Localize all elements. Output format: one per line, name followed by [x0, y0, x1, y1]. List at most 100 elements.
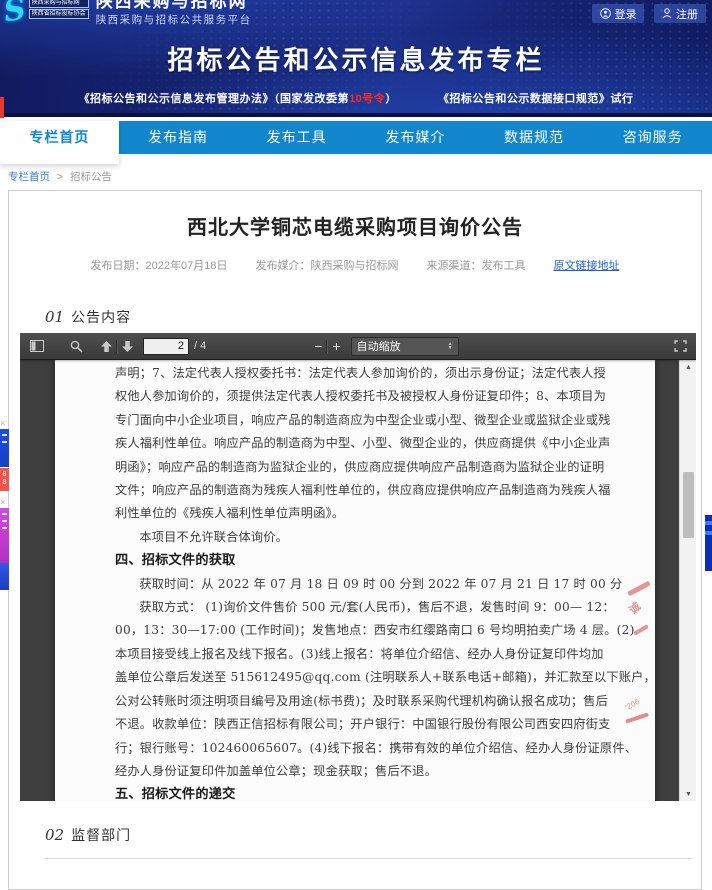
- pdf-line-text: 疾人福利性单位。响应产品的制造商为中型、小型、微型企业的，供应商提供《中小企业声: [115, 436, 611, 450]
- pdf-line-text: 专门面向中小企业项目，响应产品的制造商应为中型企业或小型、微型企业或监狱企业或残: [115, 413, 611, 427]
- breadcrumb: 专栏首页 > 招标公告: [8, 169, 112, 184]
- pdf-line-text: 不退。收款单位：陕西正信招标有限公司；开户银行：中国银行股份有限公司西安四府街支: [115, 717, 611, 731]
- pdf-text-line: 五、招标文件的递交: [115, 783, 591, 801]
- pdf-text-line: 本项目接受线上报名及线下报名。(3)线上报名：将单位介绍信、经办人身份证复印件均…: [115, 643, 591, 666]
- pdf-text-line: 不退。收款单位：陕西正信招标有限公司；开户银行：中国银行股份有限公司西安四府街支: [115, 713, 591, 736]
- section2-number: 02: [45, 826, 64, 844]
- nav-tab[interactable]: 发布工具: [237, 121, 356, 154]
- pdf-page-text: 声明；7、法定代表人授权委托书：法定代表人参加询价的，须出示身份证；法定代表人授…: [55, 360, 655, 801]
- section2-title: 监督部门: [71, 825, 131, 845]
- nav-tab-label: 发布指南: [148, 129, 208, 145]
- pdf-text-line: 00，13：30—17:00 (工作时间)；发售地点：西安市红缨路南口 6 号均…: [115, 619, 591, 642]
- pdf-text-line: 获取时间：从 2022 年 07 月 18 日 09 时 00 分到 2022 …: [115, 573, 591, 596]
- pdf-text-line: 公对公转账时须注明项目编号及用途(标书费)；及时联系采购代理机构确认报名成功；售…: [115, 690, 591, 713]
- pdf-line-text: 公对公转账时须注明项目编号及用途(标书费)；及时联系采购代理机构确认报名成功；售…: [115, 694, 608, 708]
- pdf-text-line: 经办人身份证复印件加盖单位公章；现金获取；售后不退。: [115, 760, 591, 783]
- pdf-line-text: 利性单位的《残疾人福利性单位声明函》。: [115, 506, 344, 520]
- pdf-search-button[interactable]: [70, 335, 83, 357]
- article-meta-item: 来源渠道：发布工具: [426, 257, 525, 273]
- pdf-line-text: 四、招标文件的获取: [115, 553, 236, 568]
- nav-tab-label: 咨询服务: [623, 129, 683, 145]
- nav-tab[interactable]: 咨询服务: [593, 121, 712, 154]
- register-person-icon: [662, 8, 672, 19]
- zoom-out-button[interactable]: −: [314, 335, 322, 357]
- logo-text: 陕西采购与招标网 陕西采购与招标公共服务平台: [96, 0, 252, 27]
- section-divider: [45, 858, 693, 859]
- pdf-text-line: 专门面向中小企业项目，响应产品的制造商应为中型企业或小型、微型企业或监狱企业或残: [115, 409, 591, 432]
- pdf-text-line: 本项目不允许联合体询价。: [115, 526, 591, 549]
- pdf-scrollbar[interactable]: ▲ ▼: [679, 360, 696, 801]
- notice1-close: ）: [385, 93, 397, 105]
- pdf-content-area[interactable]: 声明；7、法定代表人授权委托书：法定代表人参加询价的，须出示身份证；法定代表人授…: [20, 360, 696, 801]
- article-meta-row: 发布日期：2022年07月18日发布媒介：陕西采购与招标网来源渠道：发布工具 原…: [9, 257, 701, 273]
- banner-title: 招标公告和公示信息发布专栏: [0, 40, 712, 77]
- pdf-page-total: / 4: [194, 340, 206, 352]
- left-edge-blue-ad-widget[interactable]: [0, 429, 9, 467]
- pdf-toolbar: / 4 − + 自动缩放 ▲▼: [20, 333, 696, 360]
- pdf-line-text: 获取方式： (1)询价文件售价 500 元/套(人民币)，售后不退，发售时间 9…: [139, 600, 614, 614]
- notice1-red-text: 10号令: [349, 93, 385, 105]
- next-page-button[interactable]: [122, 335, 133, 357]
- pdf-line-text: 获取时间：从 2022 年 07 月 18 日 09 时 00 分到 2022 …: [139, 577, 622, 591]
- breadcrumb-separator: >: [57, 171, 63, 183]
- nav-tab[interactable]: 发布媒介: [356, 121, 475, 154]
- pdf-text-line: 明函》；响应产品的制造商为监狱企业的，供应商应提供响应产品制造商为监狱企业的证明: [115, 456, 591, 479]
- logo-title: 陕西采购与招标网: [96, 0, 252, 10]
- breadcrumb-current: 招标公告: [70, 171, 112, 183]
- sidebar-toggle-button[interactable]: [30, 335, 44, 357]
- pdf-line-text: 权他人参加询价的，须提供法定代表人授权委托书及被授权人身份证复印件；8、本项目为: [115, 389, 606, 403]
- original-link[interactable]: 原文链接地址: [553, 257, 619, 273]
- prev-page-button[interactable]: [101, 335, 112, 357]
- scroll-down-arrow-icon[interactable]: ▼: [680, 791, 696, 798]
- login-person-icon: [600, 8, 611, 19]
- nav-tab-label: 专栏首页: [29, 129, 89, 145]
- pdf-line-text: 00，13：30—17:00 (工作时间)；发售地点：西安市红缨路南口 6 号均…: [115, 623, 635, 637]
- left-edge-magenta-ad-widget[interactable]: [0, 508, 9, 563]
- pdf-line-text: 文件；响应产品的制造商为残疾人福利性单位的，供应商应提供响应产品制造商为残疾人福: [115, 483, 611, 497]
- register-button[interactable]: 注册: [654, 4, 706, 23]
- site-header: S 陕西采购与招标网 陕西省招标投标协会 陕西采购与招标网 陕西采购与招标公共服…: [0, 0, 712, 117]
- nav-tab-label: 数据规范: [504, 129, 564, 145]
- auth-buttons: 登录 注册: [592, 4, 706, 23]
- main-nav: 专栏首页 发布指南 发布工具发布媒介 数据规范 咨询服务: [0, 121, 712, 154]
- pdf-line-text: 五、招标文件的递交: [115, 787, 236, 801]
- article-container: 西北大学铜芯电缆采购项目询价公告 发布日期：2022年07月18日发布媒介：陕西…: [8, 190, 702, 890]
- banner-notices: 《招标公告和公示信息发布管理办法》（国家发改委第10号令） 《招标公告和公示数据…: [0, 90, 712, 106]
- pdf-text-line: 行；银行账号：102460065607。(4)线下报名：携带有效的单位介绍信、经…: [115, 737, 591, 760]
- site-logo[interactable]: S 陕西采购与招标网 陕西省招标投标协会 陕西采购与招标网 陕西采购与招标公共服…: [4, 0, 252, 27]
- left-edge-blue-ad-widget2[interactable]: [0, 563, 9, 590]
- pdf-page-input[interactable]: [143, 338, 189, 355]
- left-widget-close-icon[interactable]: ×: [0, 419, 9, 427]
- section-announcement-header: 01 公告内容: [45, 307, 701, 327]
- section1-title: 公告内容: [71, 307, 131, 327]
- presentation-mode-button[interactable]: [674, 335, 687, 357]
- article-meta-list: 发布日期：2022年07月18日发布媒介：陕西采购与招标网来源渠道：发布工具: [91, 257, 526, 273]
- zoom-mode-value: 自动缩放: [357, 338, 401, 354]
- zoom-in-button[interactable]: +: [332, 335, 340, 357]
- nav-tab[interactable]: 数据规范: [475, 121, 594, 154]
- scroll-up-arrow-icon[interactable]: ▲: [680, 364, 696, 371]
- left-edge-red-widget[interactable]: [0, 97, 4, 118]
- nav-tab[interactable]: 专栏首页: [0, 121, 119, 164]
- nav-tab[interactable]: 发布指南: [119, 121, 238, 154]
- search-icon: [70, 340, 83, 353]
- left-widget-close-icon2[interactable]: ×: [0, 498, 9, 506]
- breadcrumb-home-link[interactable]: 专栏首页: [8, 171, 50, 183]
- pdf-text-line: 四、招标文件的获取: [115, 549, 591, 572]
- article-meta-item: 发布媒介：陕西采购与招标网: [255, 257, 398, 273]
- login-button[interactable]: 登录: [592, 4, 644, 23]
- sidebar-toggle-icon: [30, 340, 44, 352]
- notice1-text: 《招标公告和公示信息发布管理办法》（国家发改委第: [79, 93, 350, 105]
- register-label: 注册: [676, 6, 698, 22]
- arrow-down-icon: [122, 341, 133, 352]
- toolbar-separator: [116, 340, 118, 353]
- fullscreen-icon: [674, 340, 687, 352]
- notice-data-interface-spec[interactable]: 《招标公告和公示数据接口规范》试行: [438, 93, 634, 105]
- toolbar-separator2: [326, 340, 328, 353]
- left-edge-red-ad-widget[interactable]: 88: [0, 468, 9, 491]
- logo-emblem-line2: 陕西省招标投标协会: [29, 9, 89, 19]
- zoom-mode-select[interactable]: 自动缩放 ▲▼: [351, 337, 459, 356]
- notice-management-measures[interactable]: 《招标公告和公示信息发布管理办法》（国家发改委第10号令）: [79, 93, 397, 105]
- right-edge-blue-ad-widget[interactable]: [705, 515, 712, 571]
- scrollbar-thumb[interactable]: [683, 472, 694, 538]
